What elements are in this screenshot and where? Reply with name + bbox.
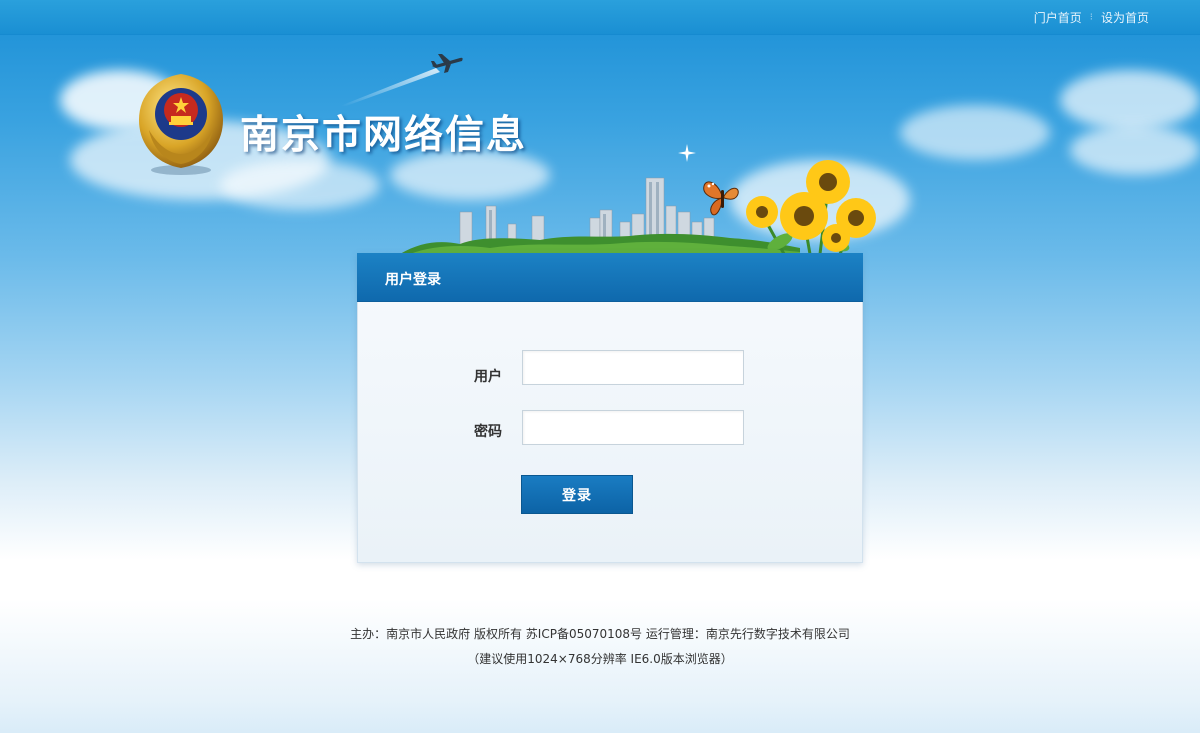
footer-copyright: 主办：南京市人民政府 版权所有 苏ICP备05070108号 运行管理：南京先行… — [350, 627, 850, 641]
login-button[interactable]: 登录 — [521, 475, 633, 514]
login-panel-header: 用户登录 — [357, 253, 863, 302]
butterfly-icon — [703, 181, 739, 216]
cloud-decoration — [220, 160, 380, 210]
sparkle-icon — [678, 144, 696, 162]
cloud-decoration — [900, 105, 1050, 160]
footer-browser-note: （建议使用1024×768分辨率 IE6.0版本浏览器） — [467, 652, 733, 666]
airplane-icon — [431, 54, 463, 73]
site-title: 南京市网络信息 — [240, 113, 528, 158]
set-homepage-link[interactable]: 设为首页 — [1101, 9, 1149, 26]
login-panel: 用户登录 用户 密码 登录 — [357, 253, 863, 563]
cloud-decoration — [1060, 70, 1200, 130]
cloud-decoration — [1070, 125, 1200, 175]
top-links-separator: ⁝ — [1089, 12, 1093, 23]
portal-home-link[interactable]: 门户首页 — [1034, 9, 1082, 26]
plane-trail-decoration — [340, 68, 440, 106]
password-label: 密码 — [474, 424, 502, 440]
password-input[interactable] — [522, 410, 744, 445]
sunflower-icon — [746, 160, 876, 254]
username-input[interactable] — [522, 350, 744, 385]
top-bar: 门户首页 ⁝ 设为首页 — [0, 0, 1200, 35]
top-links: 门户首页 ⁝ 设为首页 — [1034, 9, 1149, 26]
login-panel-title: 用户登录 — [385, 272, 441, 288]
username-label: 用户 — [474, 369, 502, 385]
police-emblem-icon — [139, 74, 223, 175]
